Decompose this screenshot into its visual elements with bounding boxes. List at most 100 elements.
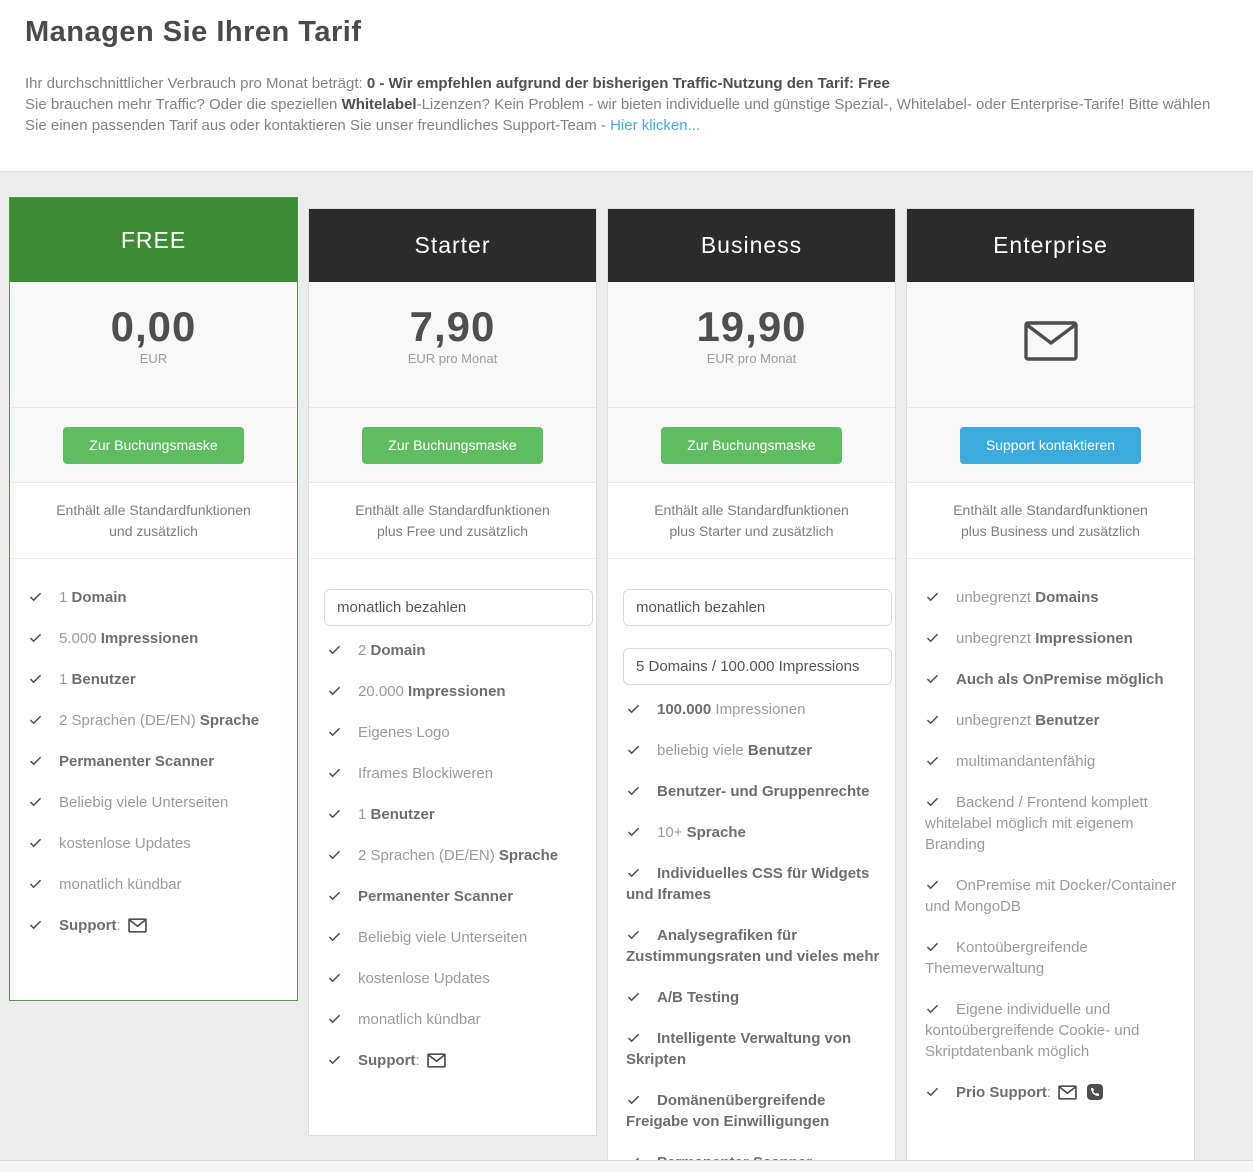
feature-item: Iframes Blockiweren: [319, 763, 584, 784]
plan-option-select[interactable]: monatlich bezahlen: [623, 589, 892, 626]
includes-line2: plus Free und zusätzlich: [317, 521, 588, 542]
feature-item: kostenlose Updates: [20, 833, 285, 854]
feature-item: Domänenübergreifende Freigabe von Einwil…: [618, 1090, 883, 1132]
includes-line2: plus Business und zusätzlich: [915, 521, 1186, 542]
feature-item: Permanenter Scanner: [319, 886, 584, 907]
check-icon: [925, 589, 940, 604]
feature-item: Analysegrafiken für Zustimmungsraten und…: [618, 925, 883, 967]
check-icon: [28, 876, 43, 891]
plan-price: 19,90: [608, 304, 895, 350]
includes-line1: Enthält alle Standardfunktionen: [616, 500, 887, 521]
feature-item: 5.000 Impressionen: [20, 628, 285, 649]
plan-option-select[interactable]: 5 Domains / 100.000 Impressions: [623, 648, 892, 685]
check-icon: [28, 671, 43, 686]
feature-item: Support:: [319, 1050, 584, 1071]
check-icon: [28, 794, 43, 809]
feature-item: Individuelles CSS für Widgets und Iframe…: [618, 863, 883, 905]
feature-item: Permanenter Scanner: [20, 751, 285, 772]
whitelabel-text: Whitelabel: [342, 96, 417, 113]
check-icon: [925, 630, 940, 645]
hier-klicken-link[interactable]: Hier klicken...: [610, 117, 700, 134]
plan-includes: Enthält alle Standardfunktionen plus Sta…: [608, 482, 895, 559]
includes-line1: Enthält alle Standardfunktionen: [18, 500, 289, 521]
feature-item: unbegrenzt Impressionen: [917, 628, 1182, 649]
plan-button-box: Support kontaktieren: [907, 407, 1194, 482]
check-icon: [327, 765, 342, 780]
cta-button[interactable]: Zur Buchungsmaske: [63, 427, 243, 464]
check-icon: [925, 671, 940, 686]
intro-line-2: Sie brauchen mehr Traffic? Oder die spez…: [25, 94, 1228, 136]
feature-item: unbegrenzt Domains: [917, 587, 1182, 608]
plan-price-unit: EUR pro Monat: [309, 351, 596, 366]
plan-header: Starter: [309, 209, 596, 282]
feature-item: multimandantenfähig: [917, 751, 1182, 772]
check-icon: [327, 1011, 342, 1026]
check-icon: [925, 939, 940, 954]
includes-line2: plus Starter und zusätzlich: [616, 521, 887, 542]
check-icon: [327, 683, 342, 698]
feature-item: 2 Sprachen (DE/EN) Sprache: [319, 845, 584, 866]
feature-item: 1 Benutzer: [20, 669, 285, 690]
feature-item: 1 Benutzer: [319, 804, 584, 825]
plan-price-unit: EUR pro Monat: [608, 351, 895, 366]
check-icon: [626, 927, 641, 942]
check-icon: [925, 1001, 940, 1016]
check-icon: [327, 929, 342, 944]
feature-item: Support:: [20, 915, 285, 936]
plan-name: Starter: [414, 232, 490, 259]
feature-item: 100.000 Impressionen: [618, 699, 883, 720]
check-icon: [28, 630, 43, 645]
feature-item: 1 Domain: [20, 587, 285, 608]
feature-item: 2 Sprachen (DE/EN) Sprache: [20, 710, 285, 731]
plan-price-box: [907, 282, 1194, 407]
feature-item: monatlich kündbar: [319, 1009, 584, 1030]
check-icon: [626, 783, 641, 798]
envelope-icon: [1058, 1085, 1077, 1100]
feature-item: Auch als OnPremise möglich: [917, 669, 1182, 690]
plan-includes: Enthält alle Standardfunktionen plus Bus…: [907, 482, 1194, 559]
plan-button-box: Zur Buchungsmaske: [608, 407, 895, 482]
check-icon: [327, 970, 342, 985]
pricing-row: FREE 0,00 EUR Zur Buchungsmaske Enthält …: [0, 197, 1253, 1172]
plan-features: unbegrenzt Domains unbegrenzt Impressione…: [907, 559, 1194, 1167]
check-icon: [626, 865, 641, 880]
plan-price-unit: EUR: [10, 351, 297, 366]
pricing-card-starter: Starter 7,90 EUR pro Monat Zur Buchungsm…: [308, 208, 597, 1136]
phone-icon: [1087, 1084, 1103, 1100]
plan-features: 1 Domain 5.000 Impressionen 1 Benutzer 2 Sp…: [10, 559, 297, 1000]
cta-button[interactable]: Zur Buchungsmaske: [661, 427, 841, 464]
plan-price-box: 0,00 EUR: [10, 282, 297, 407]
check-icon: [28, 835, 43, 850]
intro-line-1: Ihr durchschnittlicher Verbrauch pro Mon…: [25, 73, 1228, 94]
check-icon: [28, 712, 43, 727]
feature-item: 2 Domain: [319, 640, 584, 661]
feature-item: Benutzer- und Gruppenrechte: [618, 781, 883, 802]
cta-button[interactable]: Support kontaktieren: [960, 427, 1141, 464]
plan-button-box: Zur Buchungsmaske: [10, 407, 297, 482]
check-icon: [28, 589, 43, 604]
plan-header: Enterprise: [907, 209, 1194, 282]
feature-item: 20.000 Impressionen: [319, 681, 584, 702]
includes-line1: Enthält alle Standardfunktionen: [317, 500, 588, 521]
check-icon: [327, 806, 342, 821]
plan-name: Business: [701, 232, 802, 259]
plan-price: 7,90: [309, 304, 596, 350]
feature-item: beliebig viele Benutzer: [618, 740, 883, 761]
intro-section: Managen Sie Ihren Tarif Ihr durchschnitt…: [0, 0, 1253, 172]
feature-item: Intelligente Verwaltung von Skripten: [618, 1028, 883, 1070]
feature-item: Beliebig viele Unterseiten: [319, 927, 584, 948]
plan-price-box: 7,90 EUR pro Monat: [309, 282, 596, 407]
page-title: Managen Sie Ihren Tarif: [25, 16, 1228, 49]
feature-item: Beliebig viele Unterseiten: [20, 792, 285, 813]
plan-option-select[interactable]: monatlich bezahlen: [324, 589, 593, 626]
pricing-card-free: FREE 0,00 EUR Zur Buchungsmaske Enthält …: [9, 197, 298, 1001]
feature-item: A/B Testing: [618, 987, 883, 1008]
feature-list: 1 Domain 5.000 Impressionen 1 Benutzer 2 Sp…: [10, 587, 297, 936]
plan-selects: monatlich bezahlen 5 Domains / 100.000 Im…: [608, 573, 895, 685]
pricing-card-enterprise: Enterprise Support kontaktieren Enthält …: [906, 208, 1195, 1168]
cta-button[interactable]: Zur Buchungsmaske: [362, 427, 542, 464]
recommendation-text: 0 - Wir empfehlen aufgrund der bisherige…: [367, 75, 890, 92]
check-icon: [925, 712, 940, 727]
check-icon: [925, 1084, 940, 1099]
plan-includes: Enthält alle Standardfunktionen und zusä…: [10, 482, 297, 559]
